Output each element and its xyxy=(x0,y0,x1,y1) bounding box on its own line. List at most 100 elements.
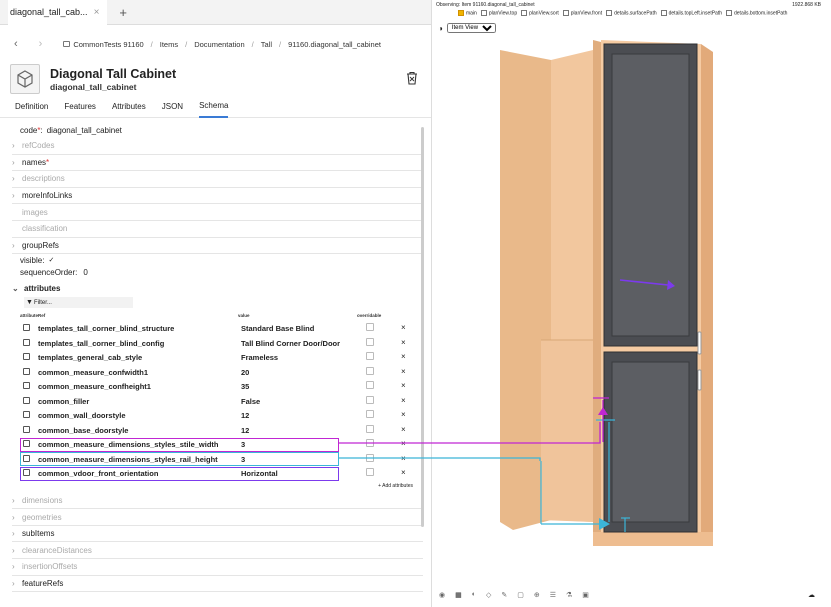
lower-door-handle[interactable] xyxy=(697,369,702,391)
view-checkbox[interactable] xyxy=(660,10,667,16)
external-link-icon[interactable] xyxy=(23,411,30,419)
overridable-checkbox[interactable] xyxy=(366,453,374,462)
section-row[interactable]: › subItems xyxy=(12,526,423,543)
cube-view-icon[interactable]: ◇ xyxy=(486,591,491,599)
section-row[interactable]: classification xyxy=(12,221,423,238)
overridable-checkbox[interactable] xyxy=(366,439,374,448)
grid-icon[interactable]: ▦ xyxy=(455,591,462,599)
overridable-checkbox[interactable] xyxy=(366,381,374,390)
remove-attribute-icon[interactable]: × xyxy=(401,367,406,376)
external-link-icon[interactable] xyxy=(23,324,30,332)
view-checkbox[interactable] xyxy=(726,10,732,16)
section-row[interactable]: › geometries xyxy=(12,509,423,526)
attribute-value[interactable]: 20 xyxy=(241,368,249,377)
attribute-ref[interactable]: common_base_doorstyle xyxy=(38,426,128,435)
external-link-icon[interactable] xyxy=(23,338,30,346)
external-link-icon[interactable] xyxy=(23,367,30,375)
remove-attribute-icon[interactable]: × xyxy=(401,425,406,434)
tab-attributes[interactable]: Attributes xyxy=(112,96,146,117)
overridable-checkbox[interactable] xyxy=(366,323,374,332)
layers-icon[interactable]: ☰ xyxy=(550,591,556,599)
forward-icon[interactable]: › xyxy=(39,38,43,50)
tab-features[interactable]: Features xyxy=(64,96,96,117)
view-checkbox[interactable] xyxy=(562,10,569,16)
overridable-checkbox[interactable] xyxy=(366,395,374,404)
attributes-header[interactable]: ⌄ attributes xyxy=(12,279,423,297)
attribute-value[interactable]: 35 xyxy=(241,382,249,391)
target-icon[interactable]: ⊕ xyxy=(534,591,540,599)
camera-icon[interactable]: ▣ xyxy=(582,591,589,599)
view-checkbox[interactable] xyxy=(521,10,528,16)
section-row[interactable]: images xyxy=(12,204,423,221)
overridable-checkbox[interactable] xyxy=(366,337,374,346)
view-toggle[interactable]: details.topLeft.insetPath xyxy=(660,10,722,16)
attribute-value[interactable]: Tall Blind Corner Door/Door xyxy=(241,339,340,348)
tab-json[interactable]: JSON xyxy=(162,96,183,117)
visible-checkbox[interactable]: ✓ xyxy=(48,256,54,264)
attribute-ref[interactable]: common_measure_confwidth1 xyxy=(38,368,148,377)
overridable-checkbox[interactable] xyxy=(366,352,374,361)
file-tab[interactable]: diagonal_tall_cab... × xyxy=(8,0,108,25)
attribute-value[interactable]: 12 xyxy=(241,426,249,435)
section-row[interactable]: › descriptions xyxy=(12,171,423,188)
view-checkbox[interactable] xyxy=(606,10,613,16)
section-row[interactable]: › moreInfoLinks xyxy=(12,188,423,205)
external-link-icon[interactable] xyxy=(23,425,30,433)
view-toggle[interactable]: planView.sort xyxy=(521,10,559,16)
view-toggle[interactable]: main xyxy=(458,10,477,16)
external-link-icon[interactable] xyxy=(23,396,30,404)
scrollbar[interactable] xyxy=(421,127,424,527)
tree-icon[interactable]: ⚗ xyxy=(566,591,572,599)
remove-attribute-icon[interactable]: × xyxy=(401,338,406,347)
pen-icon[interactable]: ✎ xyxy=(501,591,507,599)
attribute-ref[interactable]: templates_tall_corner_blind_structure xyxy=(38,324,174,333)
add-attributes-button[interactable]: + Add attributes xyxy=(12,483,423,493)
code-value[interactable]: diagonal_tall_cabinet xyxy=(47,126,122,135)
overridable-checkbox[interactable] xyxy=(366,366,374,375)
external-link-icon[interactable] xyxy=(23,382,30,390)
external-link-icon[interactable] xyxy=(23,353,30,361)
overridable-checkbox[interactable] xyxy=(366,424,374,433)
section-row[interactable]: › names * xyxy=(12,155,423,172)
view-checkbox[interactable] xyxy=(480,10,487,16)
tab-definition[interactable]: Definition xyxy=(15,96,48,117)
attribute-value[interactable]: Frameless xyxy=(241,353,278,362)
overridable-checkbox[interactable] xyxy=(366,410,374,419)
breadcrumb-item[interactable]: Tall xyxy=(261,40,272,49)
sequence-value[interactable]: 0 xyxy=(83,268,87,277)
attribute-value[interactable]: Standard Base Blind xyxy=(241,324,314,333)
remove-attribute-icon[interactable]: × xyxy=(401,323,406,332)
upper-door-handle[interactable] xyxy=(697,331,702,355)
back-icon[interactable]: ‹ xyxy=(14,38,18,50)
remove-attribute-icon[interactable]: × xyxy=(401,468,406,477)
tab-schema[interactable]: Schema xyxy=(199,95,229,118)
attribute-ref[interactable]: templates_tall_corner_blind_config xyxy=(38,339,164,348)
section-row[interactable]: › groupRefs xyxy=(12,238,423,255)
remove-attribute-icon[interactable]: × xyxy=(401,352,406,361)
section-row[interactable]: › dimensions xyxy=(12,493,423,510)
overridable-checkbox[interactable] xyxy=(366,468,374,477)
remove-attribute-icon[interactable]: × xyxy=(401,454,406,463)
remove-attribute-icon[interactable]: × xyxy=(401,410,406,419)
section-row[interactable]: › featureRefs xyxy=(12,576,423,593)
close-icon[interactable]: × xyxy=(94,7,100,18)
view-toggle[interactable]: details.bottom.insetPath xyxy=(726,10,787,16)
view-toggle[interactable]: planView.top xyxy=(480,10,517,16)
section-row[interactable]: › clearanceDistances xyxy=(12,542,423,560)
view-checkbox[interactable] xyxy=(458,10,464,16)
attribute-ref[interactable]: templates_general_cab_style xyxy=(38,353,142,362)
new-tab-icon[interactable]: + xyxy=(119,5,127,20)
ruler-icon[interactable]: ▢ xyxy=(517,591,524,599)
breadcrumb-item[interactable]: CommonTests 91160 xyxy=(73,40,143,49)
cloud-download-icon[interactable]: ☁ xyxy=(808,591,815,599)
breadcrumb-item[interactable]: Items xyxy=(160,40,178,49)
trash-icon[interactable] xyxy=(406,71,418,87)
view-toggle[interactable]: details.surfacePath xyxy=(606,10,657,16)
breadcrumb-item[interactable]: Documentation xyxy=(194,40,244,49)
section-row[interactable]: › refCodes xyxy=(12,138,423,155)
attribute-ref[interactable]: common_measure_confheight1 xyxy=(38,382,151,391)
remove-attribute-icon[interactable]: × xyxy=(401,381,406,390)
attribute-value[interactable]: 12 xyxy=(241,411,249,420)
breadcrumb-item[interactable]: 91160.diagonal_tall_cabinet xyxy=(288,40,381,49)
compass-icon[interactable]: ◐ xyxy=(472,591,476,598)
